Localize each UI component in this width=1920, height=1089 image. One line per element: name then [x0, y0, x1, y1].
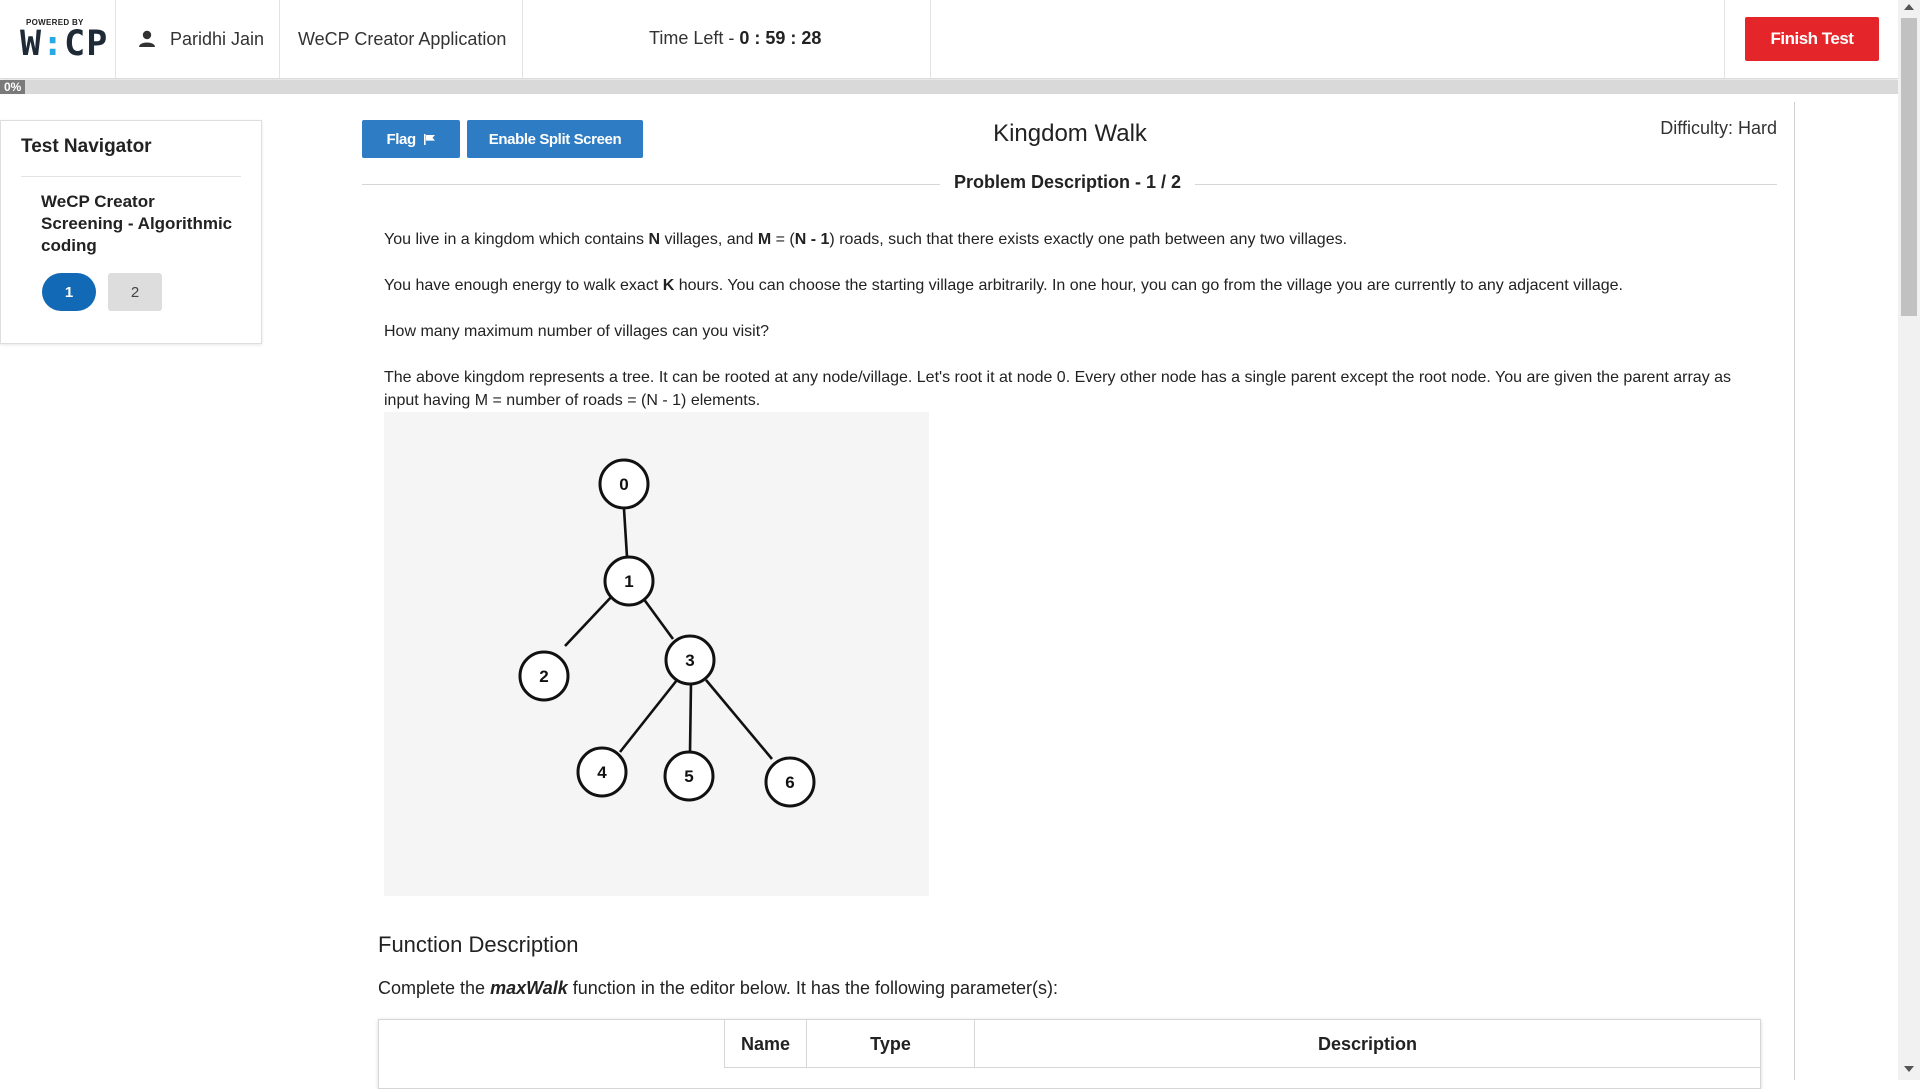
description-paragraph-1: You live in a kingdom which contains N v…: [384, 231, 1348, 248]
time-left: Time Left - 0 : 59 : 28: [649, 28, 822, 48]
enable-split-screen-button[interactable]: Enable Split Screen: [467, 120, 643, 158]
edge-3-6: [705, 679, 773, 760]
edge-1-3: [641, 597, 675, 640]
function-description-text: Complete the maxWalk function in the edi…: [378, 978, 1059, 998]
tree-diagram: 0 1 2 3 4 5 6: [384, 412, 929, 896]
finish-area: Finish Test: [1724, 0, 1898, 78]
user-area: Paridhi Jain: [116, 0, 280, 78]
scroll-up-arrow-icon[interactable]: [1904, 4, 1914, 10]
tree-node-label-4: 4: [597, 763, 607, 782]
progress-bar: 0%: [0, 80, 1898, 94]
difficulty-label: Difficulty: Hard: [1660, 118, 1777, 138]
progress-label: 0%: [0, 80, 26, 94]
content-divider: [1794, 102, 1795, 1080]
scroll-down-arrow-icon[interactable]: [1904, 1066, 1914, 1072]
finish-test-button[interactable]: Finish Test: [1745, 17, 1879, 61]
problem-title: Kingdom Walk: [993, 120, 1147, 147]
tree-node-label-1: 1: [624, 572, 633, 591]
wecp-logo: W:CP: [20, 24, 109, 64]
description-paragraph-2: You have enough energy to walk exact K h…: [384, 277, 1623, 294]
function-name: maxWalk: [490, 978, 568, 998]
page-scrollbar[interactable]: [1898, 0, 1920, 1080]
navigator-section-name: WeCP Creator Screening - Algorithmic cod…: [41, 192, 233, 255]
question-1-button[interactable]: 1: [42, 273, 96, 311]
column-header-type: Type: [806, 1020, 974, 1068]
tree-node-label-3: 3: [685, 651, 694, 670]
column-header-name: Name: [724, 1020, 806, 1068]
timer-area: Time Left - 0 : 59 : 28: [523, 0, 931, 78]
user-name: Paridhi Jain: [170, 29, 265, 49]
edge-0-1: [622, 508, 629, 558]
problem-description-heading: Problem Description - 1 / 2: [940, 172, 1196, 193]
tree-node-label-5: 5: [684, 767, 693, 786]
top-header: POWERED BY W:CP Paridhi Jain WeCP Creato…: [0, 0, 1898, 79]
parameters-table: Name Type Description: [378, 1019, 1761, 1089]
tree-node-label-2: 2: [539, 667, 548, 686]
test-navigator: Test Navigator WeCP Creator Screening - …: [0, 120, 262, 344]
logo-area: POWERED BY W:CP: [0, 0, 116, 78]
flag-icon: [423, 133, 435, 145]
navigator-title: Test Navigator: [21, 136, 152, 157]
flag-label: Flag: [386, 130, 416, 148]
edge-3-5: [688, 682, 693, 753]
app-area: WeCP Creator Application: [280, 0, 523, 78]
column-header-description: Description: [974, 1020, 1760, 1068]
tree-svg: 0 1 2 3 4 5 6: [518, 458, 816, 808]
description-paragraph-3: How many maximum number of villages can …: [384, 323, 770, 340]
application-name: WeCP Creator Application: [298, 29, 507, 49]
scrollbar-thumb[interactable]: [1901, 18, 1917, 316]
navigator-divider: [21, 176, 241, 177]
tree-node-label-0: 0: [619, 475, 628, 494]
question-2-button[interactable]: 2: [108, 273, 162, 311]
time-value: 0 : 59 : 28: [739, 28, 822, 48]
tree-node-label-6: 6: [785, 773, 794, 792]
user-icon: [139, 30, 155, 47]
function-description-title: Function Description: [378, 932, 579, 957]
flag-button[interactable]: Flag: [362, 120, 460, 158]
description-paragraph-4: The above kingdom represents a tree. It …: [384, 369, 1732, 409]
edge-1-2: [564, 593, 615, 647]
edge-3-4: [618, 679, 679, 753]
